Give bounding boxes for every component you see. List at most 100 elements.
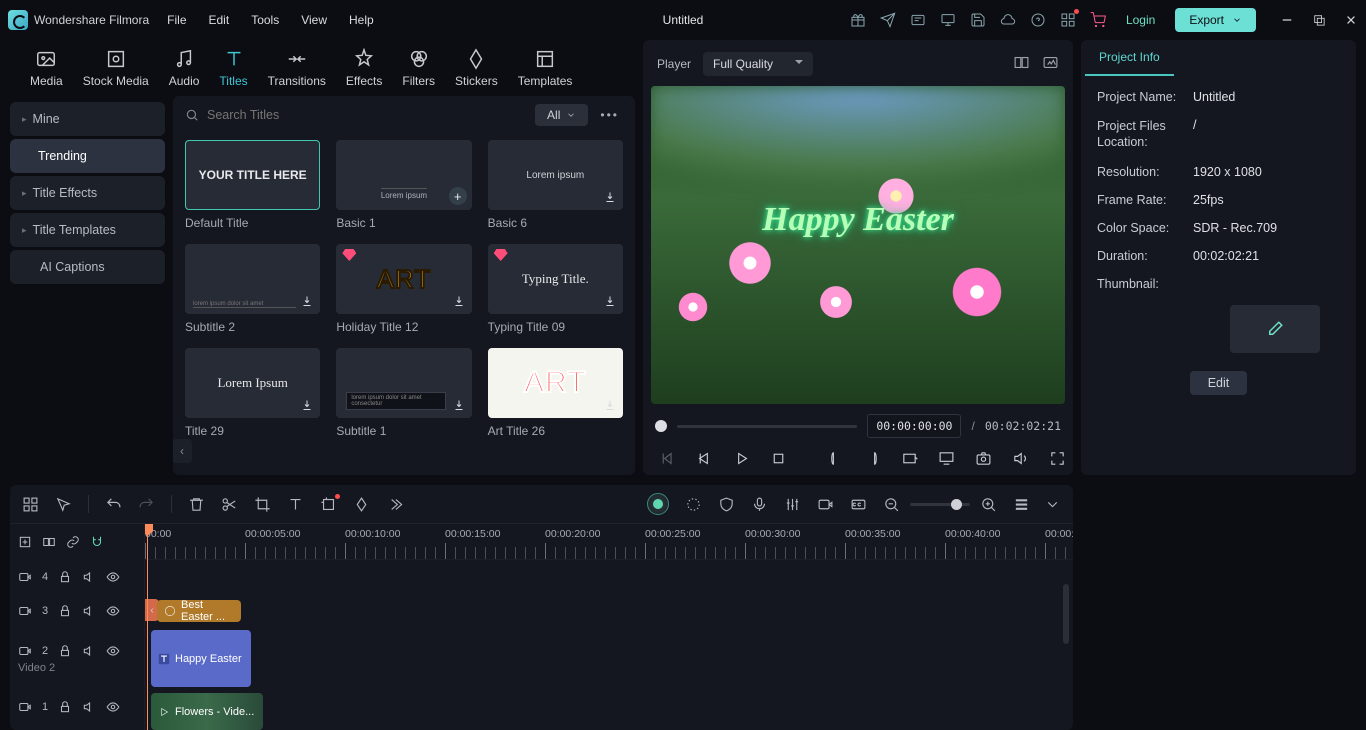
stop-icon[interactable] <box>770 450 787 467</box>
scrub-bar[interactable]: 00:00:00:00 / 00:02:02:21 <box>651 404 1065 444</box>
audio-clip[interactable]: Best Easter ... <box>157 600 241 622</box>
add-track-icon[interactable] <box>18 535 32 549</box>
apps-icon[interactable] <box>1060 12 1076 28</box>
tab-media[interactable]: Media <box>30 48 63 88</box>
title-thumb[interactable]: YOUR TITLE HERE <box>185 140 320 210</box>
gift-icon[interactable] <box>850 12 866 28</box>
download-icon[interactable] <box>299 397 315 413</box>
more-menu-icon[interactable]: ••• <box>596 108 623 122</box>
download-icon[interactable] <box>451 397 467 413</box>
project-info-tab[interactable]: Project Info <box>1085 40 1174 76</box>
mic-icon[interactable] <box>751 496 768 513</box>
filter-dropdown[interactable]: All <box>535 104 588 126</box>
mark-out-icon[interactable] <box>864 450 881 467</box>
magnet-icon[interactable] <box>90 535 104 549</box>
redo-icon[interactable] <box>138 496 155 513</box>
title-thumb[interactable]: ART <box>336 244 471 314</box>
display-icon[interactable] <box>940 12 956 28</box>
search-input[interactable] <box>207 108 527 122</box>
menu-edit[interactable]: Edit <box>209 13 230 27</box>
screen-icon[interactable] <box>938 450 955 467</box>
download-icon[interactable] <box>451 293 467 309</box>
mute-icon[interactable] <box>82 570 96 584</box>
collapse-sidebar-icon[interactable]: ‹ <box>173 439 192 463</box>
support-icon[interactable] <box>1030 12 1046 28</box>
step-back-icon[interactable] <box>696 450 713 467</box>
link-track-icon[interactable] <box>66 535 80 549</box>
mute-icon[interactable] <box>82 644 96 658</box>
menu-tools[interactable]: Tools <box>251 13 279 27</box>
tab-effects[interactable]: Effects <box>346 48 382 88</box>
shield-icon[interactable] <box>718 496 735 513</box>
volume-icon[interactable] <box>1012 450 1029 467</box>
quality-dropdown[interactable]: Full Quality <box>703 52 813 76</box>
timeline-scrollbar[interactable] <box>1063 584 1069 644</box>
eye-icon[interactable] <box>106 604 120 618</box>
sidebar-item-trending[interactable]: Trending <box>10 139 165 173</box>
lock-icon[interactable] <box>58 570 72 584</box>
message-icon[interactable] <box>910 12 926 28</box>
split-icon[interactable] <box>221 496 238 513</box>
ai-assistant-icon[interactable] <box>647 493 669 515</box>
preview-viewport[interactable]: Happy Easter <box>651 86 1065 404</box>
tab-filters[interactable]: Filters <box>402 48 435 88</box>
video-clip[interactable]: Flowers - Vide... <box>151 693 263 730</box>
export-button[interactable]: Export <box>1175 8 1256 32</box>
login-button[interactable]: Login <box>1120 9 1161 31</box>
layout-icon[interactable] <box>22 496 39 513</box>
play-icon[interactable] <box>733 450 750 467</box>
download-icon[interactable] <box>602 397 618 413</box>
title-thumb[interactable]: lorem ipsum dolor sit amet <box>185 244 320 314</box>
title-thumb[interactable]: Lorem ipsum <box>488 140 623 210</box>
crop-zoom-icon[interactable] <box>320 496 337 513</box>
download-icon[interactable] <box>602 293 618 309</box>
track-1[interactable]: Flowers - Vide... <box>145 690 1073 730</box>
window-close-icon[interactable] <box>1344 13 1358 27</box>
cloud-icon[interactable] <box>1000 12 1016 28</box>
undo-icon[interactable] <box>105 496 122 513</box>
mute-icon[interactable] <box>82 604 96 618</box>
sidebar-item-ai-captions[interactable]: AI Captions <box>10 250 165 284</box>
send-icon[interactable] <box>880 12 896 28</box>
title-card[interactable]: YOUR TITLE HERE Default Title <box>185 140 320 230</box>
ai-enhance-icon[interactable] <box>685 496 702 513</box>
text-tool-icon[interactable] <box>287 496 304 513</box>
title-thumb[interactable]: ART <box>488 348 623 418</box>
window-maximize-icon[interactable] <box>1312 13 1326 27</box>
title-card[interactable]: ART Art Title 26 <box>488 348 623 438</box>
title-thumb[interactable]: Lorem Ipsum <box>185 348 320 418</box>
mute-icon[interactable] <box>82 700 96 714</box>
menu-help[interactable]: Help <box>349 13 374 27</box>
sidebar-item-title-templates[interactable]: ▸Title Templates <box>10 213 165 247</box>
thumbnail-edit-box[interactable] <box>1230 305 1320 353</box>
tab-audio[interactable]: Audio <box>169 48 200 88</box>
options-chev-icon[interactable] <box>1044 496 1061 513</box>
eye-icon[interactable] <box>106 700 120 714</box>
title-clip[interactable]: Happy Easter <box>151 630 251 687</box>
compare-view-icon[interactable] <box>1013 54 1030 74</box>
playhead[interactable] <box>147 524 148 730</box>
select-tool-icon[interactable] <box>55 496 72 513</box>
sidebar-item-mine[interactable]: ▸Mine <box>10 102 165 136</box>
title-card[interactable]: lorem ipsum dolor sit amet consectetur S… <box>336 348 471 438</box>
ratio-icon[interactable] <box>901 450 918 467</box>
window-minimize-icon[interactable] <box>1280 13 1294 27</box>
lock-icon[interactable] <box>58 644 72 658</box>
overflow-icon[interactable] <box>386 496 403 513</box>
snapshot-icon[interactable] <box>975 450 992 467</box>
keyframe-icon[interactable] <box>353 496 370 513</box>
tab-titles[interactable]: Titles <box>219 48 247 88</box>
edit-button[interactable]: Edit <box>1190 371 1248 395</box>
title-card[interactable]: ART Holiday Title 12 <box>336 244 471 334</box>
menu-file[interactable]: File <box>167 13 186 27</box>
scrub-track[interactable] <box>677 425 857 428</box>
save-icon[interactable] <box>970 12 986 28</box>
tab-stickers[interactable]: Stickers <box>455 48 498 88</box>
eye-icon[interactable] <box>106 644 120 658</box>
title-card[interactable]: Lorem ipsum+ Basic 1 <box>336 140 471 230</box>
zoom-slider[interactable] <box>910 503 970 506</box>
fullscreen-icon[interactable] <box>1049 450 1066 467</box>
crop-tool-icon[interactable] <box>254 496 271 513</box>
tab-templates[interactable]: Templates <box>518 48 573 88</box>
title-thumb[interactable]: Typing Title. <box>488 244 623 314</box>
